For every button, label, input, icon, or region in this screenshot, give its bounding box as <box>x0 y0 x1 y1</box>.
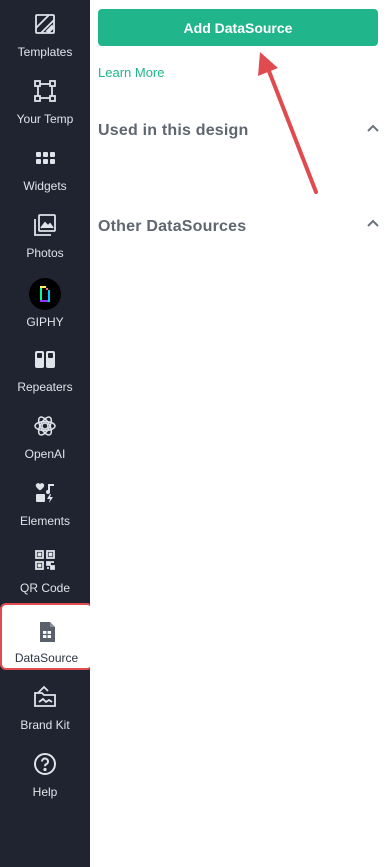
learn-more-link[interactable]: Learn More <box>98 65 164 80</box>
repeaters-icon <box>33 347 57 371</box>
sidebar-item-openai[interactable]: OpenAI <box>0 402 90 469</box>
sidebar-item-photos[interactable]: Photos <box>0 201 90 268</box>
sidebar-item-repeaters[interactable]: Repeaters <box>0 335 90 402</box>
brand-kit-icon <box>33 685 57 709</box>
sidebar-item-brand-kit[interactable]: Brand Kit <box>0 673 90 740</box>
sidebar-item-label: Elements <box>19 514 71 528</box>
sidebar-item-qr-code[interactable]: QR Code <box>0 536 90 603</box>
sidebar-item-help[interactable]: Help <box>0 740 90 807</box>
sidebar-item-label: Your Temp <box>16 112 74 126</box>
datasource-panel: Add DataSource Learn More Used in this d… <box>90 0 387 867</box>
sidebar-item-label: GIPHY <box>26 315 64 329</box>
add-datasource-button[interactable]: Add DataSource <box>98 9 378 46</box>
sidebar-item-widgets[interactable]: Widgets <box>0 134 90 201</box>
sidebar: Templates Your Temp Widgets Photos GIPHY… <box>0 0 93 867</box>
help-icon <box>33 752 57 776</box>
sidebar-item-label: QR Code <box>19 581 71 595</box>
sidebar-item-datasource[interactable]: DataSource <box>0 603 93 670</box>
widgets-icon <box>33 146 57 170</box>
openai-icon <box>33 414 57 438</box>
elements-icon <box>33 481 57 505</box>
sidebar-item-your-templates[interactable]: Your Temp <box>0 67 90 134</box>
sidebar-item-label: Photos <box>26 246 64 260</box>
sidebar-item-elements[interactable]: Elements <box>0 469 90 536</box>
chevron-up-icon[interactable] <box>366 216 380 230</box>
giphy-icon <box>29 278 61 310</box>
qr-code-icon <box>33 548 57 572</box>
app-window: Templates Your Temp Widgets Photos GIPHY… <box>0 0 387 867</box>
sidebar-item-label: Brand Kit <box>20 718 70 732</box>
sidebar-item-label: Widgets <box>23 179 67 193</box>
section-title-used-in-design[interactable]: Used in this design <box>98 122 249 140</box>
your-templates-icon <box>33 79 57 103</box>
sidebar-item-giphy[interactable]: GIPHY <box>0 268 90 335</box>
sidebar-item-label: DataSource <box>14 651 79 665</box>
datasource-icon <box>35 620 59 644</box>
templates-icon <box>33 12 57 36</box>
section-title-other-datasources[interactable]: Other DataSources <box>98 218 246 236</box>
sidebar-item-label: Repeaters <box>17 380 73 394</box>
sidebar-item-label: Templates <box>17 45 73 59</box>
chevron-up-icon[interactable] <box>366 121 380 135</box>
sidebar-item-label: Help <box>32 785 58 799</box>
sidebar-item-label: OpenAI <box>24 447 66 461</box>
sidebar-item-templates[interactable]: Templates <box>0 0 90 67</box>
photos-icon <box>33 213 57 237</box>
